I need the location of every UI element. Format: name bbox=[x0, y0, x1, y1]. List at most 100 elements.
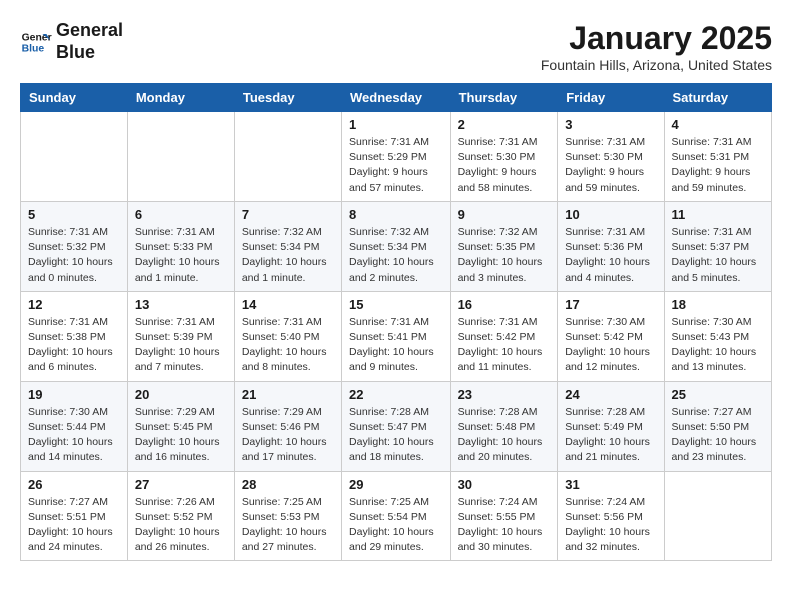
calendar-cell: 3 Sunrise: 7:31 AM Sunset: 5:30 PM Daylig… bbox=[558, 112, 664, 202]
day-number: 27 bbox=[135, 477, 227, 492]
calendar-cell: 16 Sunrise: 7:31 AM Sunset: 5:42 PM Dayli… bbox=[450, 291, 558, 381]
calendar-cell: 20 Sunrise: 7:29 AM Sunset: 5:45 PM Dayli… bbox=[127, 381, 234, 471]
day-number: 7 bbox=[242, 207, 334, 222]
svg-text:Blue: Blue bbox=[22, 43, 45, 54]
day-number: 4 bbox=[672, 117, 764, 132]
day-info: Sunrise: 7:30 AM Sunset: 5:44 PM Dayligh… bbox=[28, 405, 120, 466]
calendar-cell: 25 Sunrise: 7:27 AM Sunset: 5:50 PM Dayli… bbox=[664, 381, 771, 471]
day-number: 28 bbox=[242, 477, 334, 492]
logo: General Blue General Blue bbox=[20, 20, 123, 63]
day-info: Sunrise: 7:32 AM Sunset: 5:34 PM Dayligh… bbox=[242, 225, 334, 286]
day-info: Sunrise: 7:30 AM Sunset: 5:42 PM Dayligh… bbox=[565, 315, 656, 376]
day-number: 6 bbox=[135, 207, 227, 222]
day-number: 15 bbox=[349, 297, 443, 312]
calendar-cell: 28 Sunrise: 7:25 AM Sunset: 5:53 PM Dayli… bbox=[234, 471, 341, 561]
day-number: 2 bbox=[458, 117, 551, 132]
day-info: Sunrise: 7:29 AM Sunset: 5:45 PM Dayligh… bbox=[135, 405, 227, 466]
day-info: Sunrise: 7:29 AM Sunset: 5:46 PM Dayligh… bbox=[242, 405, 334, 466]
day-number: 1 bbox=[349, 117, 443, 132]
calendar-cell bbox=[664, 471, 771, 561]
page-header: General Blue General Blue January 2025 F… bbox=[20, 20, 772, 73]
calendar-cell: 27Sunrise: 7:26 AM Sunset: 5:52 PM Dayli… bbox=[127, 471, 234, 561]
calendar-cell: 14 Sunrise: 7:31 AM Sunset: 5:40 PM Dayli… bbox=[234, 291, 341, 381]
calendar-week-row: 1 Sunrise: 7:31 AM Sunset: 5:29 PM Daylig… bbox=[21, 112, 772, 202]
day-number: 23 bbox=[458, 387, 551, 402]
day-info: Sunrise: 7:27 AM Sunset: 5:51 PM Dayligh… bbox=[28, 495, 120, 556]
day-info: Sunrise: 7:31 AM Sunset: 5:32 PM Dayligh… bbox=[28, 225, 120, 286]
day-number: 11 bbox=[672, 207, 764, 222]
day-number: 22 bbox=[349, 387, 443, 402]
subtitle: Fountain Hills, Arizona, United States bbox=[541, 57, 772, 73]
calendar-cell bbox=[127, 112, 234, 202]
calendar-cell: 1 Sunrise: 7:31 AM Sunset: 5:29 PM Daylig… bbox=[342, 112, 451, 202]
day-number: 8 bbox=[349, 207, 443, 222]
day-number: 31 bbox=[565, 477, 656, 492]
day-info: Sunrise: 7:31 AM Sunset: 5:33 PM Dayligh… bbox=[135, 225, 227, 286]
day-number: 3 bbox=[565, 117, 656, 132]
day-info: Sunrise: 7:31 AM Sunset: 5:42 PM Dayligh… bbox=[458, 315, 551, 376]
day-info: Sunrise: 7:27 AM Sunset: 5:50 PM Dayligh… bbox=[672, 405, 764, 466]
weekday-header: Saturday bbox=[664, 84, 771, 112]
calendar-cell: 7 Sunrise: 7:32 AM Sunset: 5:34 PM Daylig… bbox=[234, 201, 341, 291]
calendar-week-row: 26 Sunrise: 7:27 AM Sunset: 5:51 PM Dayli… bbox=[21, 471, 772, 561]
day-info: Sunrise: 7:25 AM Sunset: 5:53 PM Dayligh… bbox=[242, 495, 334, 556]
day-info: Sunrise: 7:31 AM Sunset: 5:37 PM Dayligh… bbox=[672, 225, 764, 286]
day-info: Sunrise: 7:32 AM Sunset: 5:34 PM Dayligh… bbox=[349, 225, 443, 286]
day-info: Sunrise: 7:28 AM Sunset: 5:49 PM Dayligh… bbox=[565, 405, 656, 466]
day-info: Sunrise: 7:31 AM Sunset: 5:29 PM Dayligh… bbox=[349, 135, 443, 196]
weekday-header-row: SundayMondayTuesdayWednesdayThursdayFrid… bbox=[21, 84, 772, 112]
day-info: Sunrise: 7:31 AM Sunset: 5:36 PM Dayligh… bbox=[565, 225, 656, 286]
day-number: 16 bbox=[458, 297, 551, 312]
calendar-cell: 24 Sunrise: 7:28 AM Sunset: 5:49 PM Dayli… bbox=[558, 381, 664, 471]
calendar-cell: 8 Sunrise: 7:32 AM Sunset: 5:34 PM Daylig… bbox=[342, 201, 451, 291]
day-number: 5 bbox=[28, 207, 120, 222]
calendar-cell: 5 Sunrise: 7:31 AM Sunset: 5:32 PM Daylig… bbox=[21, 201, 128, 291]
calendar-cell: 19 Sunrise: 7:30 AM Sunset: 5:44 PM Dayli… bbox=[21, 381, 128, 471]
day-info: Sunrise: 7:31 AM Sunset: 5:40 PM Dayligh… bbox=[242, 315, 334, 376]
day-info: Sunrise: 7:31 AM Sunset: 5:38 PM Dayligh… bbox=[28, 315, 120, 376]
calendar-cell: 2 Sunrise: 7:31 AM Sunset: 5:30 PM Daylig… bbox=[450, 112, 558, 202]
day-info: Sunrise: 7:31 AM Sunset: 5:30 PM Dayligh… bbox=[565, 135, 656, 196]
calendar-cell: 9 Sunrise: 7:32 AM Sunset: 5:35 PM Daylig… bbox=[450, 201, 558, 291]
calendar-cell: 13 Sunrise: 7:31 AM Sunset: 5:39 PM Dayli… bbox=[127, 291, 234, 381]
weekday-header: Monday bbox=[127, 84, 234, 112]
day-number: 30 bbox=[458, 477, 551, 492]
day-number: 12 bbox=[28, 297, 120, 312]
day-number: 14 bbox=[242, 297, 334, 312]
day-number: 20 bbox=[135, 387, 227, 402]
weekday-header: Sunday bbox=[21, 84, 128, 112]
calendar-cell: 31 Sunrise: 7:24 AM Sunset: 5:56 PM Dayli… bbox=[558, 471, 664, 561]
calendar-week-row: 12 Sunrise: 7:31 AM Sunset: 5:38 PM Dayli… bbox=[21, 291, 772, 381]
day-info: Sunrise: 7:31 AM Sunset: 5:30 PM Dayligh… bbox=[458, 135, 551, 196]
day-number: 25 bbox=[672, 387, 764, 402]
day-number: 9 bbox=[458, 207, 551, 222]
weekday-header: Tuesday bbox=[234, 84, 341, 112]
calendar-cell: 26 Sunrise: 7:27 AM Sunset: 5:51 PM Dayli… bbox=[21, 471, 128, 561]
day-info: Sunrise: 7:30 AM Sunset: 5:43 PM Dayligh… bbox=[672, 315, 764, 376]
logo-line1: General bbox=[56, 20, 123, 42]
calendar-cell bbox=[21, 112, 128, 202]
calendar-cell: 6 Sunrise: 7:31 AM Sunset: 5:33 PM Daylig… bbox=[127, 201, 234, 291]
day-number: 10 bbox=[565, 207, 656, 222]
day-number: 21 bbox=[242, 387, 334, 402]
day-number: 19 bbox=[28, 387, 120, 402]
day-info: Sunrise: 7:25 AM Sunset: 5:54 PM Dayligh… bbox=[349, 495, 443, 556]
calendar-cell: 10 Sunrise: 7:31 AM Sunset: 5:36 PM Dayli… bbox=[558, 201, 664, 291]
month-title: January 2025 bbox=[541, 20, 772, 57]
calendar-cell bbox=[234, 112, 341, 202]
day-number: 13 bbox=[135, 297, 227, 312]
day-info: Sunrise: 7:31 AM Sunset: 5:39 PM Dayligh… bbox=[135, 315, 227, 376]
day-number: 24 bbox=[565, 387, 656, 402]
calendar-cell: 21 Sunrise: 7:29 AM Sunset: 5:46 PM Dayli… bbox=[234, 381, 341, 471]
day-number: 26 bbox=[28, 477, 120, 492]
calendar-cell: 12 Sunrise: 7:31 AM Sunset: 5:38 PM Dayli… bbox=[21, 291, 128, 381]
logo-text: General Blue bbox=[56, 20, 123, 63]
calendar-week-row: 5 Sunrise: 7:31 AM Sunset: 5:32 PM Daylig… bbox=[21, 201, 772, 291]
title-block: January 2025 Fountain Hills, Arizona, Un… bbox=[541, 20, 772, 73]
day-info: Sunrise: 7:24 AM Sunset: 5:56 PM Dayligh… bbox=[565, 495, 656, 556]
calendar-cell: 11 Sunrise: 7:31 AM Sunset: 5:37 PM Dayli… bbox=[664, 201, 771, 291]
day-number: 17 bbox=[565, 297, 656, 312]
logo-line2: Blue bbox=[56, 42, 123, 64]
day-info: Sunrise: 7:32 AM Sunset: 5:35 PM Dayligh… bbox=[458, 225, 551, 286]
calendar-cell: 18Sunrise: 7:30 AM Sunset: 5:43 PM Dayli… bbox=[664, 291, 771, 381]
